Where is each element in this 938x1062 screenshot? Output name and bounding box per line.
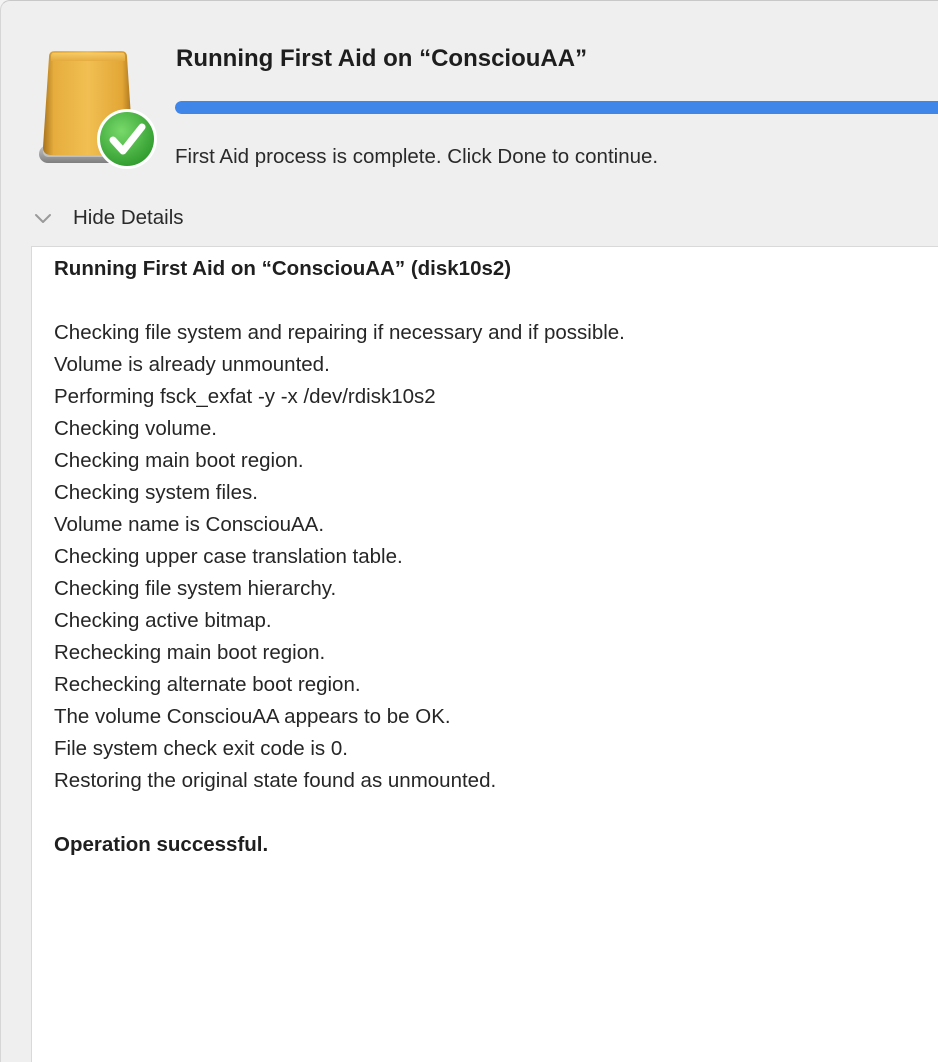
log-line: Checking upper case translation table.	[54, 545, 403, 568]
log-line: Checking file system hierarchy.	[54, 577, 337, 600]
external-drive-icon	[39, 51, 157, 169]
hide-details-toggle[interactable]: Hide Details	[31, 203, 184, 233]
log-line: Rechecking alternate boot region.	[54, 673, 361, 696]
status-message: First Aid process is complete. Click Don…	[175, 145, 659, 168]
chevron-down-icon[interactable]	[31, 206, 55, 230]
log-line: Checking volume.	[54, 417, 217, 440]
log-line: The volume ConsciouAA appears to be OK.	[54, 705, 451, 728]
log-line: Checking active bitmap.	[54, 609, 272, 632]
hide-details-label: Hide Details	[73, 206, 184, 229]
first-aid-dialog: Running First Aid on “ConsciouAA” First …	[0, 0, 938, 1062]
log-line: Running First Aid on “ConsciouAA” (disk1…	[54, 257, 512, 280]
log-line: Checking file system and repairing if ne…	[54, 321, 625, 344]
log-line: Restoring the original state found as un…	[54, 769, 497, 792]
details-log[interactable]: Running First Aid on “ConsciouAA” (disk1…	[31, 246, 938, 1062]
log-line: Operation successful.	[54, 833, 269, 856]
log-line: Performing fsck_exfat -y -x /dev/rdisk10…	[54, 385, 436, 408]
log-line: Volume name is ConsciouAA.	[54, 513, 325, 536]
log-line: Checking system files.	[54, 481, 258, 504]
progress-bar	[175, 101, 938, 114]
progress-bar-fill	[175, 101, 938, 114]
log-line: Volume is already unmounted.	[54, 353, 330, 376]
log-line: Rechecking main boot region.	[54, 641, 326, 664]
log-line: File system check exit code is 0.	[54, 737, 348, 760]
log-line: Checking main boot region.	[54, 449, 304, 472]
dialog-title: Running First Aid on “ConsciouAA”	[176, 45, 588, 72]
checkmark-badge-icon	[97, 109, 157, 169]
